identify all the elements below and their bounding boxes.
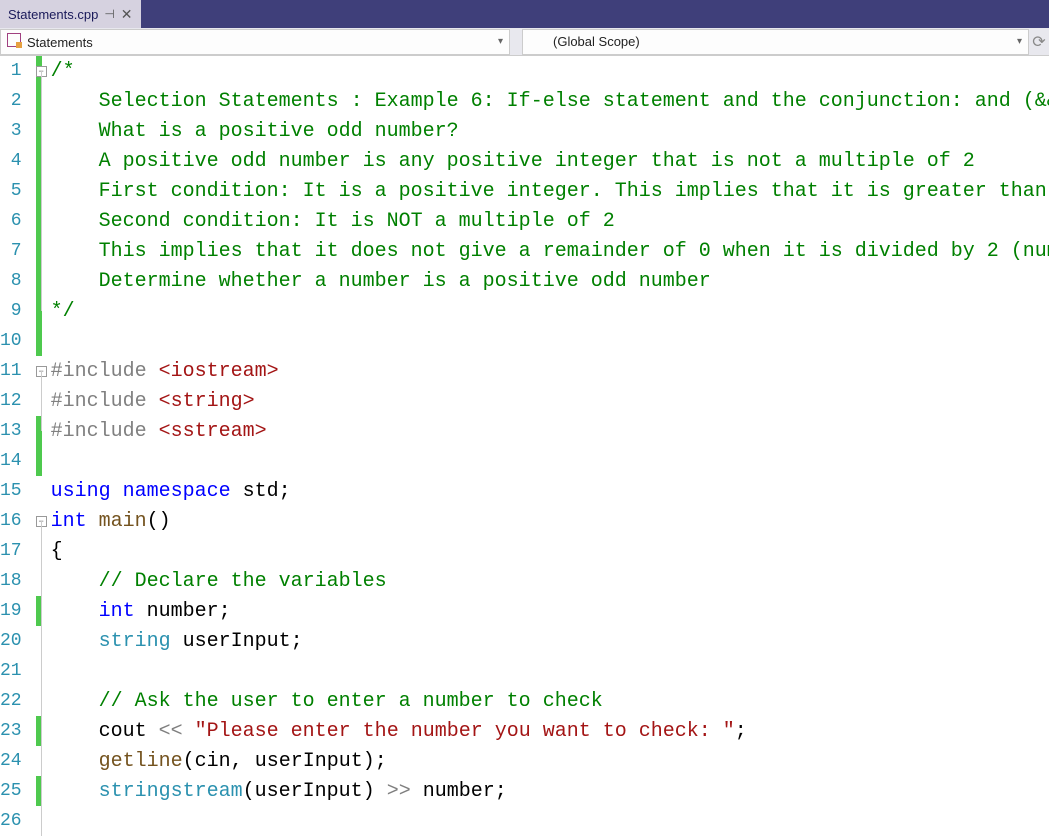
code-text: Selection Statements : Example 6: If-els… [51,90,1049,113]
code-text: userInput [255,750,363,773]
code-text: This implies that it does not give a rem… [51,240,1049,263]
code-text: userInput [255,780,363,803]
line-number: 21 [0,656,36,686]
tab-label: Statements.cpp [8,7,98,22]
code-text: First condition: It is a positive intege… [51,180,1049,203]
title-bar: Statements.cpp ⊣ ✕ [0,0,1049,28]
code-text: namespace [123,480,243,503]
line-number: 6 [0,206,36,236]
code-text: int [51,600,147,623]
file-tab[interactable]: Statements.cpp ⊣ ✕ [0,0,141,28]
code-text: <string> [159,390,255,413]
line-number: 22 [0,686,36,716]
code-text: stringstream [51,780,243,803]
code-text: ( [243,780,255,803]
line-number: 7 [0,236,36,266]
code-text: main [99,510,147,533]
scope-dropdown-left[interactable]: Statements ▾ [0,29,510,55]
scope-left-label: Statements [27,35,93,50]
chevron-down-icon: ▾ [498,36,503,47]
nav-bar: Statements ▾ (Global Scope) ▾ ⟳ [0,28,1049,56]
code-text: */ [51,300,75,323]
code-text: string [51,630,183,653]
code-text: number [423,780,495,803]
code-text: #include [51,390,159,413]
line-number: 26 [0,806,36,836]
code-text: cin [195,750,231,773]
line-number: 3 [0,116,36,146]
code-text: { [51,540,63,563]
pin-icon[interactable]: ⊣ [104,7,114,21]
code-text: >> [387,780,423,803]
code-text: using [51,480,123,503]
code-text: userInput [183,630,291,653]
line-number: 10 [0,326,36,356]
code-text: std [243,480,279,503]
line-number: 25 [0,776,36,806]
line-number: 12 [0,386,36,416]
line-number: 24 [0,746,36,776]
code-text: /* [51,60,75,83]
nav-extra-icon[interactable]: ⟳ [1029,32,1049,52]
line-number: 13 [0,416,36,446]
line-number: 4 [0,146,36,176]
code-editor[interactable]: 1 2 3 4 5 6 7 8 9 10 11 12 13 14 15 16 1… [0,56,1049,838]
code-text: ); [363,750,387,773]
line-number: 20 [0,626,36,656]
scope-dropdown-right[interactable]: (Global Scope) ▾ [522,29,1029,55]
code-text: getline [51,750,183,773]
code-text: Determine whether a number is a positive… [51,270,711,293]
line-number: 5 [0,176,36,206]
line-number-gutter: 1 2 3 4 5 6 7 8 9 10 11 12 13 14 15 16 1… [0,56,36,838]
code-text: ) [363,780,387,803]
code-text: ( [183,750,195,773]
code-text: , [231,750,255,773]
line-number: 17 [0,536,36,566]
code-text: ; [495,780,507,803]
code-text: int [51,510,99,533]
scope-right-label: (Global Scope) [553,34,640,49]
chevron-down-icon: ▾ [1017,36,1022,47]
code-text: <sstream> [159,420,267,443]
class-icon [7,33,21,47]
code-text: #include [51,360,159,383]
code-text: <iostream> [159,360,279,383]
code-text: ; [279,480,291,503]
line-number: 9 [0,296,36,326]
code-text: ; [735,720,747,743]
code-text: cout [51,720,159,743]
fold-column: − − − [36,56,47,838]
code-text: number [147,600,219,623]
code-text: ; [291,630,303,653]
line-number: 18 [0,566,36,596]
code-text: #include [51,420,159,443]
line-number: 2 [0,86,36,116]
code-text: Second condition: It is NOT a multiple o… [51,210,615,233]
line-number: 8 [0,266,36,296]
line-number: 11 [0,356,36,386]
code-content[interactable]: /* Selection Statements : Example 6: If-… [47,56,1049,838]
line-number: 19 [0,596,36,626]
code-text: () [147,510,171,533]
line-number: 14 [0,446,36,476]
code-text: << [159,720,195,743]
line-number: 1 [0,56,36,86]
code-text: A positive odd number is any positive in… [51,150,975,173]
line-number: 15 [0,476,36,506]
code-text: ; [219,600,231,623]
code-text: // Declare the variables [51,570,387,593]
code-text: "Please enter the number you want to che… [195,720,735,743]
line-number: 23 [0,716,36,746]
close-icon[interactable]: ✕ [121,6,133,23]
code-text: What is a positive odd number? [51,120,459,143]
code-text: // Ask the user to enter a number to che… [51,690,603,713]
line-number: 16 [0,506,36,536]
